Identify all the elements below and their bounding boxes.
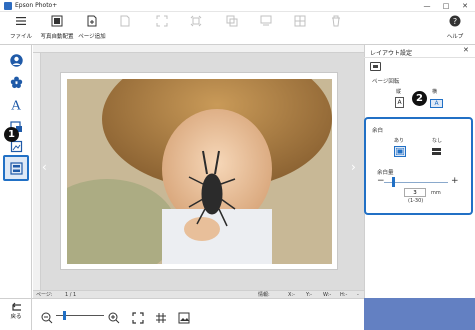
flower-icon <box>10 76 22 88</box>
person-icon <box>9 53 23 67</box>
zoom-out-button[interactable] <box>41 309 53 328</box>
close-window-button[interactable]: ✕ <box>456 0 474 12</box>
svg-text:A: A <box>11 99 22 112</box>
align-tool-button[interactable] <box>256 14 276 44</box>
maximize-button[interactable]: □ <box>437 0 455 12</box>
fit-window-icon <box>132 312 144 324</box>
delete-page-button[interactable] <box>115 14 135 44</box>
photo-image <box>67 79 332 264</box>
help-label: ヘルプ <box>446 34 464 40</box>
bottom-divider <box>31 298 32 330</box>
zoom-in-icon <box>108 312 120 324</box>
margin-amount-label: 余白量 <box>377 170 394 176</box>
back-button[interactable]: 戻る <box>3 300 29 328</box>
grid-toggle-button[interactable] <box>155 309 167 328</box>
orientation-label: ページ回転 <box>372 79 400 85</box>
layout-preview-icon <box>370 62 381 71</box>
file-label: ファイル <box>9 34 32 40</box>
window-title: Epson Photo+ <box>15 2 58 9</box>
panel-close-button[interactable]: ✕ <box>463 46 469 54</box>
hamburger-menu-icon <box>16 17 26 25</box>
vertical-ruler <box>33 53 41 290</box>
image-preview-icon <box>178 312 190 324</box>
margin-range-note: (1-30) <box>408 198 424 204</box>
copy-icon <box>226 15 238 27</box>
fit-frame-icon <box>156 15 168 27</box>
margin-on-label: あり <box>394 138 405 144</box>
fill-tool-button[interactable] <box>186 14 206 44</box>
callout-badge-2: 2 <box>412 91 427 106</box>
margin-on-button[interactable] <box>394 146 406 157</box>
horizontal-ruler <box>33 45 364 53</box>
auto-layout-button[interactable]: 写真自動配置 <box>38 14 76 44</box>
preview-button[interactable] <box>178 309 190 328</box>
app-logo-icon <box>4 2 12 10</box>
sidebar-item-stamp[interactable] <box>6 72 26 92</box>
panel-title: レイアウト設定 <box>370 50 413 57</box>
layout-icon <box>9 161 23 175</box>
grid-icon <box>294 15 306 27</box>
svg-text:?: ? <box>453 17 457 26</box>
add-page-label: ページ追加 <box>78 34 106 40</box>
zoom-slider-thumb[interactable] <box>63 311 66 320</box>
fit-to-window-button[interactable] <box>132 309 144 328</box>
portrait-button[interactable]: A <box>395 97 404 108</box>
file-menu-button[interactable]: ファイル <box>8 14 34 44</box>
minimize-button[interactable]: — <box>418 0 436 12</box>
help-button[interactable]: ? ヘルプ <box>444 14 466 44</box>
back-arrow-icon <box>12 302 21 311</box>
auto-layout-label: 写真自動配置 <box>40 34 74 40</box>
previous-page-arrow[interactable]: ‹ <box>42 160 47 174</box>
copy-tool-button[interactable] <box>222 14 242 44</box>
margin-unit: mm <box>431 190 441 196</box>
grid-icon <box>156 313 166 323</box>
panel-divider <box>364 57 475 58</box>
sidebar-item-person[interactable] <box>6 50 26 70</box>
text-a-icon: A <box>11 99 22 112</box>
photo-frame-icon <box>51 15 63 27</box>
sidebar-item-layout[interactable] <box>3 155 29 181</box>
help-icon: ? <box>449 15 461 27</box>
photo-child-with-beetle[interactable] <box>67 79 332 264</box>
margin-off-label: なし <box>432 138 443 144</box>
zoom-in-button[interactable] <box>108 309 120 328</box>
landscape-button[interactable]: A <box>430 99 443 108</box>
margin-label: 余白 <box>372 128 384 134</box>
portrait-label: 縦 <box>396 89 402 95</box>
sidebar-item-text[interactable]: A <box>6 94 26 114</box>
title-bar <box>0 0 475 12</box>
fill-frame-icon <box>190 15 202 27</box>
status-bar: ページ: 1 / 1 情報: X:- Y:- W:- H:- - <box>33 290 364 298</box>
landscape-label: 横 <box>432 89 438 95</box>
margin-increase-button[interactable]: + <box>451 176 459 186</box>
grid-tool-button[interactable] <box>290 14 310 44</box>
align-icon <box>260 15 272 26</box>
margin-on-icon <box>396 148 404 155</box>
margin-off-button[interactable] <box>430 146 442 157</box>
margin-decrease-button[interactable]: − <box>377 176 385 186</box>
trash-tool-button[interactable] <box>326 14 346 44</box>
add-page-button[interactable]: ページ追加 <box>77 14 107 44</box>
page-icon <box>120 15 130 27</box>
add-page-icon <box>87 15 97 27</box>
next-page-arrow[interactable]: › <box>351 160 356 174</box>
margin-slider-thumb[interactable] <box>392 177 395 187</box>
panel-footer <box>364 298 475 330</box>
callout-badge-1: 1 <box>4 127 19 142</box>
fit-tool-button[interactable] <box>152 14 172 44</box>
back-label: 戻る <box>10 314 22 320</box>
trash-icon <box>332 15 340 27</box>
zoom-out-icon <box>41 312 53 324</box>
margin-value-input[interactable] <box>404 188 426 197</box>
margin-off-icon <box>431 148 441 155</box>
